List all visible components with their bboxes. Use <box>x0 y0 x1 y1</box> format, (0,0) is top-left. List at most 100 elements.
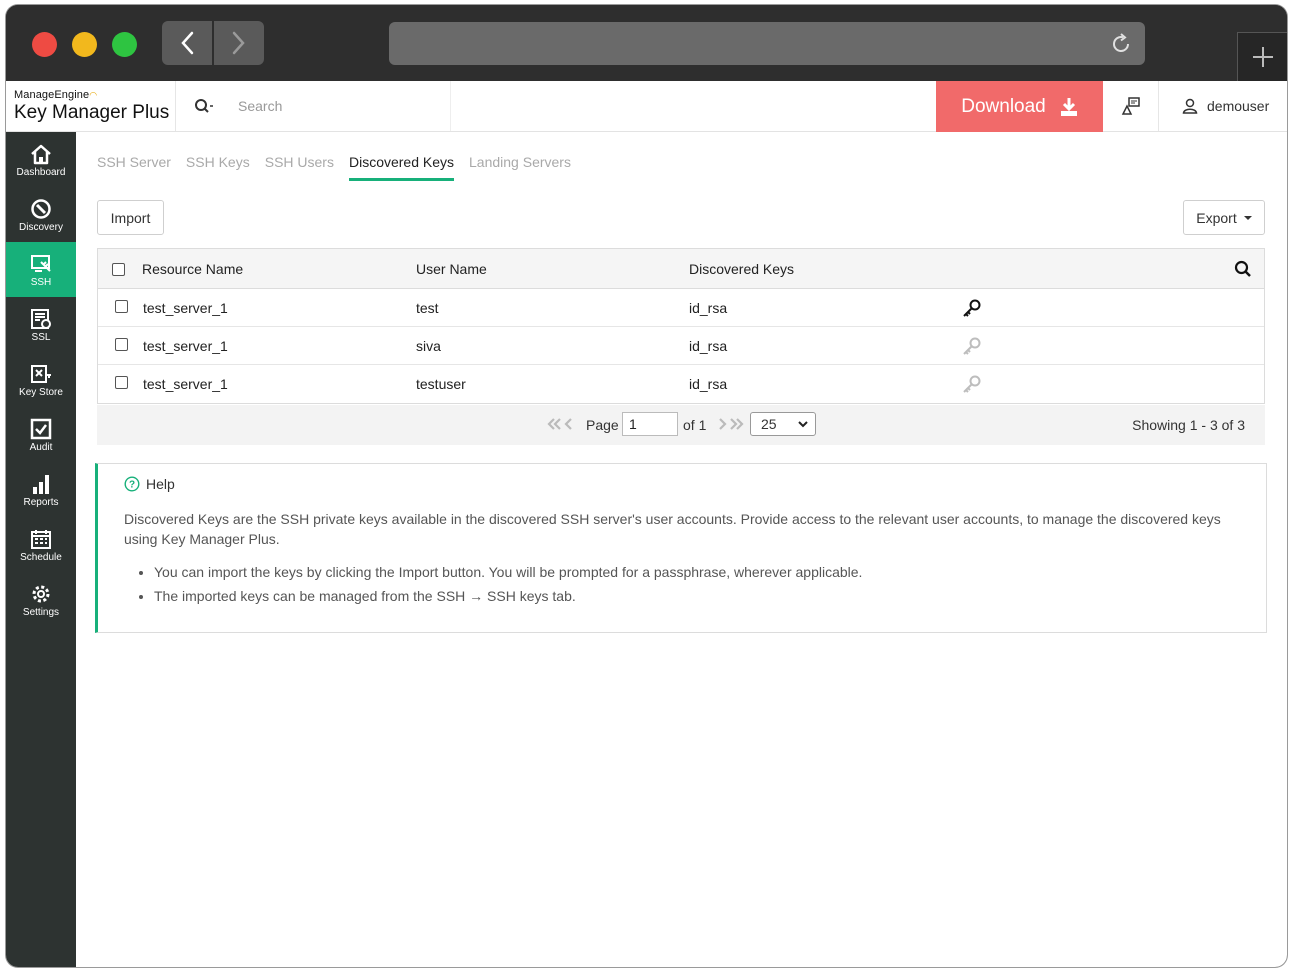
help-bullets: You can import the keys by clicking the … <box>154 560 1266 608</box>
help-header: ? Help <box>124 476 1266 492</box>
page-size-value: 25 <box>761 416 777 432</box>
table-row: test_server_1 testuser id_rsa <box>98 365 1264 403</box>
sidebar-item-label: Settings <box>22 607 60 618</box>
row-checkbox[interactable] <box>115 338 128 351</box>
first-page-icon[interactable] <box>546 417 562 431</box>
sidebar-item-label: Schedule <box>20 552 62 563</box>
certificate-icon <box>31 309 51 329</box>
last-page-icon[interactable] <box>729 417 745 431</box>
chevron-left-icon <box>181 31 194 55</box>
export-label: Export <box>1196 209 1237 226</box>
sidebar-item-label: Reports <box>23 497 59 508</box>
key-icon <box>963 375 981 393</box>
discovered-key-cell: id_rsa <box>689 337 728 354</box>
app-header: ManageEngine◠ Key Manager Plus Download … <box>6 81 1287 132</box>
sidebar-item-label: Discovery <box>19 222 63 233</box>
tab-ssh-keys[interactable]: SSH Keys <box>186 154 250 181</box>
tab-ssh-server[interactable]: SSH Server <box>97 154 171 181</box>
product-logo[interactable]: ManageEngine◠ Key Manager Plus <box>6 81 176 131</box>
sidebar-item-reports[interactable]: Reports <box>6 462 76 517</box>
search-icon[interactable] <box>1234 260 1252 278</box>
sidebar-item-label: SSH <box>30 277 52 288</box>
row-checkbox[interactable] <box>115 376 128 389</box>
discovered-key-cell: id_rsa <box>689 299 728 316</box>
import-button[interactable]: Import <box>97 200 164 235</box>
audit-check-icon <box>30 418 52 440</box>
tab-discovered-keys[interactable]: Discovered Keys <box>348 154 455 181</box>
plus-icon <box>1252 47 1273 67</box>
page-number-input[interactable]: 1 <box>622 412 678 436</box>
resource-name-cell: test_server_1 <box>143 376 228 392</box>
global-search[interactable] <box>192 81 451 131</box>
column-header-discovered-keys[interactable]: Discovered Keys <box>689 249 794 288</box>
sidebar-item-audit[interactable]: Audit <box>6 407 76 462</box>
sidebar-item-dashboard[interactable]: Dashboard <box>6 132 76 187</box>
table-row: test_server_1 test id_rsa <box>98 289 1264 327</box>
key-action <box>962 365 982 403</box>
next-page-icon[interactable] <box>717 417 729 431</box>
download-icon <box>1060 97 1077 116</box>
minimize-window-button[interactable] <box>72 32 97 57</box>
user-name-cell: testuser <box>416 376 466 392</box>
back-button[interactable] <box>162 21 212 65</box>
select-all-checkbox[interactable] <box>112 263 125 276</box>
sidebar: Dashboard Discovery SSH SSL Key Store Au… <box>6 132 76 967</box>
prev-page-icon[interactable] <box>562 417 574 431</box>
row-checkbox[interactable] <box>115 300 128 313</box>
pager-prev-controls <box>546 417 574 431</box>
address-bar[interactable] <box>389 22 1145 65</box>
help-bullet: You can import the keys by clicking the … <box>154 560 1266 584</box>
discovered-keys-table: Resource Name User Name Discovered Keys … <box>97 248 1265 404</box>
username: demouser <box>1207 98 1270 114</box>
ssh-icon <box>31 255 51 272</box>
tab-ssh-users[interactable]: SSH Users <box>265 154 334 181</box>
main-content: SSH Server SSH Keys SSH Users Discovered… <box>76 132 1287 967</box>
column-header-resource-name[interactable]: Resource Name <box>142 249 243 288</box>
chevron-down-icon <box>798 421 808 428</box>
sidebar-item-settings[interactable]: Settings <box>6 572 76 627</box>
help-bullet: The imported keys can be managed from th… <box>154 584 1266 608</box>
download-button[interactable]: Download <box>936 81 1103 132</box>
user-name-cell: siva <box>416 337 441 354</box>
sidebar-item-key-store[interactable]: Key Store <box>6 352 76 407</box>
key-action[interactable] <box>962 289 982 326</box>
browser-window: ManageEngine◠ Key Manager Plus Download … <box>6 5 1287 967</box>
home-icon <box>31 144 51 165</box>
forward-button[interactable] <box>214 21 264 65</box>
export-button[interactable]: Export <box>1183 200 1265 235</box>
sidebar-item-label: SSL <box>31 332 51 343</box>
maximize-window-button[interactable] <box>112 32 137 57</box>
user-icon <box>1182 98 1198 114</box>
page-size-select[interactable]: 25 <box>750 412 816 436</box>
sidebar-item-schedule[interactable]: Schedule <box>6 517 76 572</box>
compass-icon <box>31 199 51 219</box>
tab-landing-servers[interactable]: Landing Servers <box>469 154 571 181</box>
pagination-bar: Page 1 of 1 25 Showing 1 - 3 of 3 <box>97 405 1265 445</box>
showing-count: Showing 1 - 3 of 3 <box>1132 417 1245 433</box>
table-row: test_server_1 siva id_rsa <box>98 327 1264 365</box>
discovered-key-cell: id_rsa <box>689 376 728 392</box>
import-label: Import <box>110 209 151 226</box>
announcements-button[interactable] <box>1103 81 1159 131</box>
table-header: Resource Name User Name Discovered Keys <box>98 249 1264 289</box>
sidebar-item-label: Dashboard <box>16 167 66 178</box>
key-icon[interactable] <box>962 298 982 318</box>
new-tab-button[interactable] <box>1237 32 1287 81</box>
download-label: Download <box>961 95 1046 117</box>
search-icon[interactable] <box>194 98 216 114</box>
resource-name-cell: test_server_1 <box>143 299 228 316</box>
sidebar-item-label: Key Store <box>19 387 63 398</box>
column-header-user-name[interactable]: User Name <box>416 249 487 288</box>
reload-icon[interactable] <box>1109 32 1133 56</box>
sidebar-item-ssl[interactable]: SSL <box>6 297 76 352</box>
close-window-button[interactable] <box>32 32 57 57</box>
svg-text:?: ? <box>129 480 135 491</box>
key-icon <box>963 337 981 355</box>
ssh-tabs: SSH Server SSH Keys SSH Users Discovered… <box>97 154 586 181</box>
sidebar-item-discovery[interactable]: Discovery <box>6 187 76 242</box>
user-menu[interactable]: demouser <box>1182 81 1269 131</box>
resource-name-cell: test_server_1 <box>143 337 228 354</box>
search-input[interactable] <box>238 98 418 114</box>
chevron-right-icon <box>232 31 245 55</box>
sidebar-item-ssh[interactable]: SSH <box>6 242 76 297</box>
